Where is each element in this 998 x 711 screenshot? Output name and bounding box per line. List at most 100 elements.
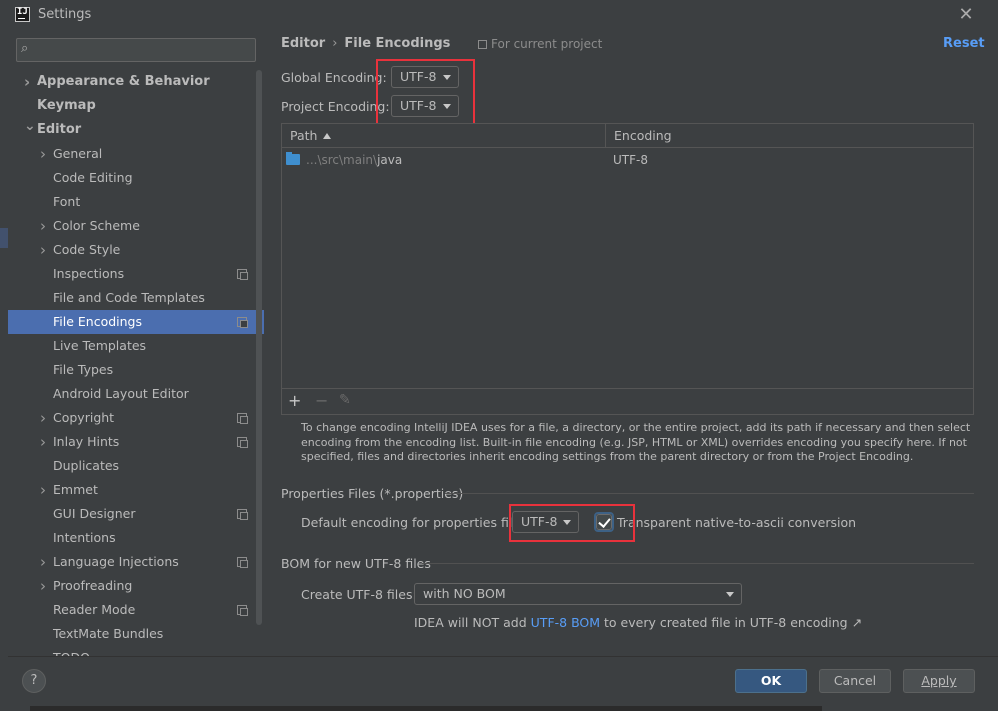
settings-sidebar: ⌕ › Appearance & Behavior Keymap ⌄ Editor › Ge… [8,30,264,656]
sidebar-item-label: Language Injections [53,554,179,569]
breadcrumb-separator: › [332,36,338,51]
utf8-bom-link[interactable]: UTF-8 BOM [531,615,600,630]
sidebar-item-emmet[interactable]: › Emmet [8,478,264,502]
search-input[interactable]: ⌕ [16,38,256,62]
sidebar-item-android-layout-editor[interactable]: Android Layout Editor [8,382,264,406]
chevron-right-icon[interactable]: › [40,238,46,262]
sidebar-item-label: File Encodings [53,314,143,329]
search-icon: ⌕ [21,41,29,56]
chevron-right-icon[interactable]: › [40,550,46,574]
sidebar-item-live-templates[interactable]: Live Templates [8,334,264,358]
sidebar-item-proofreading[interactable]: › Proofreading [8,574,264,598]
sidebar-item-label: Keymap [37,98,96,113]
project-scope-icon [237,413,248,424]
remove-icon[interactable]: − [315,391,328,410]
sidebar-item-file-encodings[interactable]: File Encodings [8,310,264,334]
breadcrumb-editor[interactable]: Editor [281,36,325,51]
sidebar-item-label: Code Editing [53,170,133,185]
project-scope-icon [478,40,487,49]
settings-content: Editor › File Encodings For current projec… [264,30,990,656]
bom-note-prefix: IDEA will NOT add [414,615,531,630]
project-scope-icon [237,269,248,280]
project-scope-icon [237,557,248,568]
sidebar-item-editor[interactable]: ⌄ Editor [8,118,264,142]
sidebar-item-label: File Types [53,362,114,377]
chevron-right-icon[interactable]: › [40,478,46,502]
sidebar-item-label: Font [53,194,81,209]
sidebar-item-textmate-bundles[interactable]: TextMate Bundles [8,622,264,646]
project-scope-icon [237,509,248,520]
sidebar-item-todo[interactable]: TODO [8,646,264,656]
sidebar-item-keymap[interactable]: Keymap [8,94,264,118]
settings-tree: › Appearance & Behavior Keymap ⌄ Editor › Gene… [8,70,264,656]
project-scope-icon [237,605,248,616]
table-row[interactable]: ...\src\main\java UTF-8 [282,149,973,171]
sidebar-scrollbar[interactable] [256,70,262,625]
dialog-footer: ? OK Cancel Apply [8,656,998,711]
sidebar-item-inlay-hints[interactable]: › Inlay Hints [8,430,264,454]
chevron-right-icon[interactable]: › [24,70,30,94]
close-icon[interactable]: ✕ [956,5,976,25]
sidebar-item-gui-designer[interactable]: GUI Designer [8,502,264,526]
sidebar-item-copyright[interactable]: › Copyright [8,406,264,430]
section-divider [422,563,974,564]
sidebar-item-reader-mode[interactable]: Reader Mode [8,598,264,622]
sidebar-item-label: Copyright [53,410,115,425]
sidebar-item-general[interactable]: › General [8,142,264,166]
sidebar-item-label: General [53,146,103,161]
app-icon-text: IJ [17,7,28,17]
sidebar-item-color-scheme[interactable]: › Color Scheme [8,214,264,238]
chevron-right-icon[interactable]: › [40,142,46,166]
help-button[interactable]: ? [22,669,46,693]
chevron-right-icon[interactable]: › [40,574,46,598]
chevron-right-icon[interactable]: › [40,430,46,454]
native-to-ascii-label[interactable]: Transparent native-to-ascii conversion [617,515,856,530]
sidebar-item-label: File and Code Templates [53,290,205,305]
properties-default-label: Default encoding for properties files: [301,515,531,530]
scope-text: For current project [491,37,603,51]
sidebar-item-label: Emmet [53,482,98,497]
add-icon[interactable]: + [288,391,301,410]
bom-select[interactable]: with NO BOM [414,583,742,605]
window-title: Settings [38,7,92,22]
sidebar-item-intentions[interactable]: Intentions [8,526,264,550]
bom-section-title: BOM for new UTF-8 files [281,556,431,571]
project-scope-icon [237,317,248,328]
sidebar-item-file-and-code-templates[interactable]: File and Code Templates [8,286,264,310]
section-divider [445,493,974,494]
sidebar-item-label: Live Templates [53,338,147,353]
apply-button[interactable]: Apply [903,669,975,693]
sidebar-item-label: Inlay Hints [53,434,120,449]
properties-section-title: Properties Files (*.properties) [281,486,464,501]
sidebar-item-appearance-behavior[interactable]: › Appearance & Behavior [8,70,264,94]
sidebar-item-duplicates[interactable]: Duplicates [8,454,264,478]
reset-link[interactable]: Reset [943,36,985,51]
breadcrumb-file-encodings: File Encodings [344,36,451,51]
sidebar-item-code-style[interactable]: › Code Style [8,238,264,262]
project-scope-icon [237,437,248,448]
sidebar-item-language-injections[interactable]: › Language Injections [8,550,264,574]
chevron-right-icon[interactable]: › [40,406,46,430]
ok-button[interactable]: OK [735,669,807,693]
sidebar-item-file-types[interactable]: File Types [8,358,264,382]
sidebar-item-code-editing[interactable]: Code Editing [8,166,264,190]
sidebar-item-label: Appearance & Behavior [37,74,210,89]
sidebar-item-label: Inspections [53,266,125,281]
sidebar-item-label: Editor [37,122,82,137]
edit-icon[interactable]: ✎ [339,392,351,408]
chevron-right-icon[interactable]: › [40,214,46,238]
encoding-cell[interactable]: UTF-8 [613,149,648,171]
path-encoding-table: Path Encoding ...\src\main\java UTF-8 + … [281,123,974,415]
apply-label: Apply [921,673,957,688]
bom-note: IDEA will NOT add UTF-8 BOM to every cre… [414,615,862,630]
sidebar-item-label: Code Style [53,242,121,257]
cancel-button[interactable]: Cancel [819,669,891,693]
sidebar-item-label: Duplicates [53,458,120,473]
sidebar-item-font[interactable]: Font [8,190,264,214]
column-header-path[interactable]: Path [282,124,606,148]
sidebar-item-label: TextMate Bundles [53,626,164,641]
chevron-down-icon[interactable]: ⌄ [24,114,36,138]
folder-icon [286,152,300,165]
column-header-encoding[interactable]: Encoding [606,124,973,148]
sidebar-item-inspections[interactable]: Inspections [8,262,264,286]
